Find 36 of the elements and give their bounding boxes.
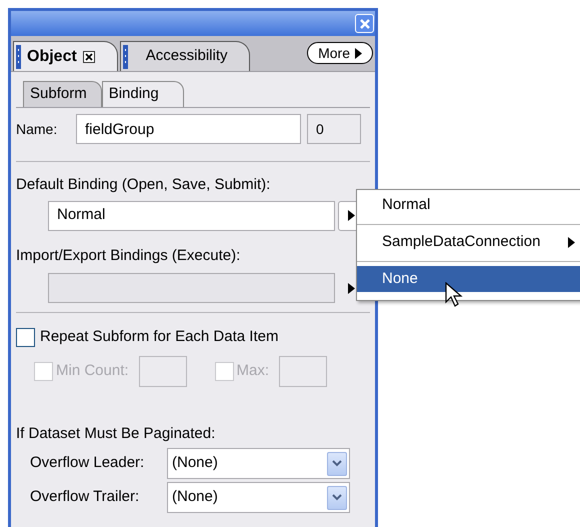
overflow-label: Overflow Trailer: — [30, 487, 140, 508]
tab-label: Object — [27, 46, 77, 66]
count-label: Max: — [236, 360, 270, 381]
menu-item[interactable]: Normal — [357, 192, 580, 218]
repeat-label: Repeat Subform for Each Data Item — [40, 327, 278, 347]
tab-label: Accessibility — [146, 46, 228, 66]
chevron-down-icon — [327, 452, 347, 476]
checkbox[interactable] — [16, 328, 35, 347]
panel-tab[interactable]: Accessibility — [120, 41, 250, 71]
import-export-label: Import/Export Bindings (Execute): — [16, 246, 242, 266]
sub-tab[interactable]: Subform — [23, 81, 102, 107]
play-icon — [355, 48, 362, 58]
close-icon — [360, 18, 370, 28]
close-icon[interactable] — [82, 50, 95, 62]
chevron-down-icon — [327, 486, 347, 510]
count-field[interactable] — [138, 356, 187, 386]
pagination-label: If Dataset Must Be Paginated: — [16, 424, 216, 444]
name-label: Name: — [16, 120, 58, 138]
submenu-arrow-icon — [568, 236, 575, 248]
overflow-dropdown[interactable]: (None) — [167, 448, 350, 479]
close-button[interactable] — [355, 14, 374, 33]
more-button[interactable]: More — [307, 42, 373, 64]
overflow-dropdown[interactable]: (None) — [167, 482, 350, 513]
count-field[interactable] — [279, 356, 328, 386]
overflow-label: Overflow Leader: — [30, 453, 146, 474]
grip-icon — [16, 44, 21, 68]
count-label: Min Count: — [56, 360, 129, 381]
grip-icon — [122, 44, 128, 68]
name-field[interactable]: fieldGroup — [76, 114, 301, 144]
menu-item[interactable]: SampleDataConnection — [357, 229, 580, 255]
index-field[interactable]: 0 — [307, 114, 361, 144]
menu-item[interactable]: None — [357, 266, 580, 292]
default-binding-field[interactable]: Normal — [48, 200, 335, 230]
default-binding-label: Default Binding (Open, Save, Submit): — [16, 175, 272, 195]
sub-tab[interactable]: Binding — [102, 81, 184, 107]
panel-tab[interactable]: Object — [13, 41, 118, 71]
